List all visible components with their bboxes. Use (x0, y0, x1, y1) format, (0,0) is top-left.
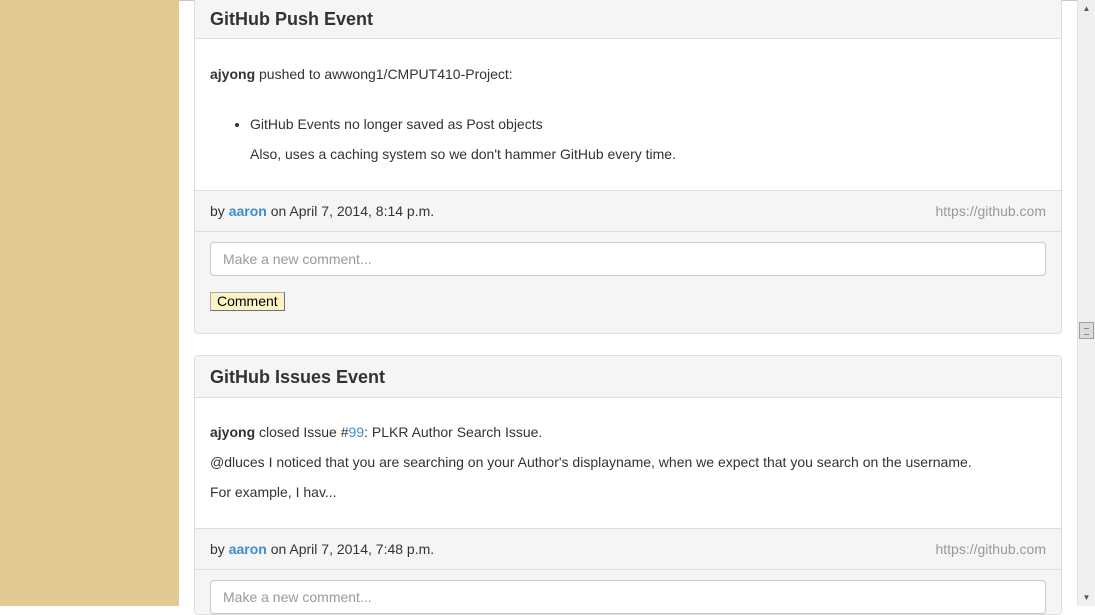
issue-number-link[interactable]: 99 (349, 424, 365, 440)
actor-name: ajyong (210, 66, 256, 82)
post-summary: ajyong pushed to awwong1/CMPUT410-Projec… (210, 64, 1046, 84)
grip-icon (1084, 328, 1089, 335)
post-body-line: @dluces I noticed that you are searching… (210, 454, 972, 470)
post-summary: ajyong closed Issue #99: PLKR Author Sea… (210, 422, 1046, 442)
post-heading: GitHub Push Event (195, 0, 1061, 39)
arrow-up-icon[interactable]: ▲ (1078, 0, 1095, 17)
post-body: ajyong closed Issue #99: PLKR Author Sea… (195, 398, 1061, 528)
comment-input[interactable] (210, 580, 1046, 614)
post-body-line: For example, I hav... (210, 484, 337, 500)
post-panel-issues-event: GitHub Issues Event ajyong closed Issue … (194, 355, 1062, 615)
post-footer: by aaron on April 7, 2014, 8:14 p.m. htt… (195, 190, 1061, 231)
comment-form (195, 569, 1061, 614)
by-label: by (210, 541, 229, 557)
post-heading: GitHub Issues Event (195, 356, 1061, 398)
comment-button[interactable]: Comment (210, 292, 285, 311)
comment-form: Comment (195, 231, 1061, 333)
post-body: ajyong pushed to awwong1/CMPUT410-Projec… (195, 39, 1061, 190)
commit-detail: Also, uses a caching system so we don't … (250, 146, 676, 162)
post-title: GitHub Issues Event (210, 367, 386, 387)
source-link: https://github.com (935, 203, 1046, 219)
post-title: GitHub Push Event (210, 9, 374, 29)
action-text: pushed to awwong1/CMPUT410-Project: (255, 66, 513, 82)
scroll-thumb[interactable] (1079, 322, 1094, 339)
arrow-down-icon[interactable]: ▼ (1078, 589, 1095, 606)
source-link: https://github.com (935, 541, 1046, 557)
left-sidebar (0, 0, 179, 606)
comment-input[interactable] (210, 242, 1046, 276)
commit-list: GitHub Events no longer saved as Post ob… (210, 114, 1046, 164)
action-prefix: closed Issue # (255, 424, 349, 440)
author-link[interactable]: aaron (229, 541, 267, 557)
post-date: on April 7, 2014, 8:14 p.m. (266, 203, 435, 219)
actor-name: ajyong (210, 424, 256, 440)
post-date: on April 7, 2014, 7:48 p.m. (266, 541, 435, 557)
by-label: by (210, 203, 229, 219)
commit-message: GitHub Events no longer saved as Post ob… (250, 116, 543, 132)
vertical-scrollbar[interactable]: ▲ ▼ (1077, 0, 1095, 606)
action-suffix: : PLKR Author Search Issue. (364, 424, 543, 440)
commit-item: GitHub Events no longer saved as Post ob… (250, 114, 1046, 164)
author-link[interactable]: aaron (229, 203, 267, 219)
post-panel-push-event: GitHub Push Event ajyong pushed to awwon… (194, 0, 1062, 334)
post-footer: by aaron on April 7, 2014, 7:48 p.m. htt… (195, 528, 1061, 569)
